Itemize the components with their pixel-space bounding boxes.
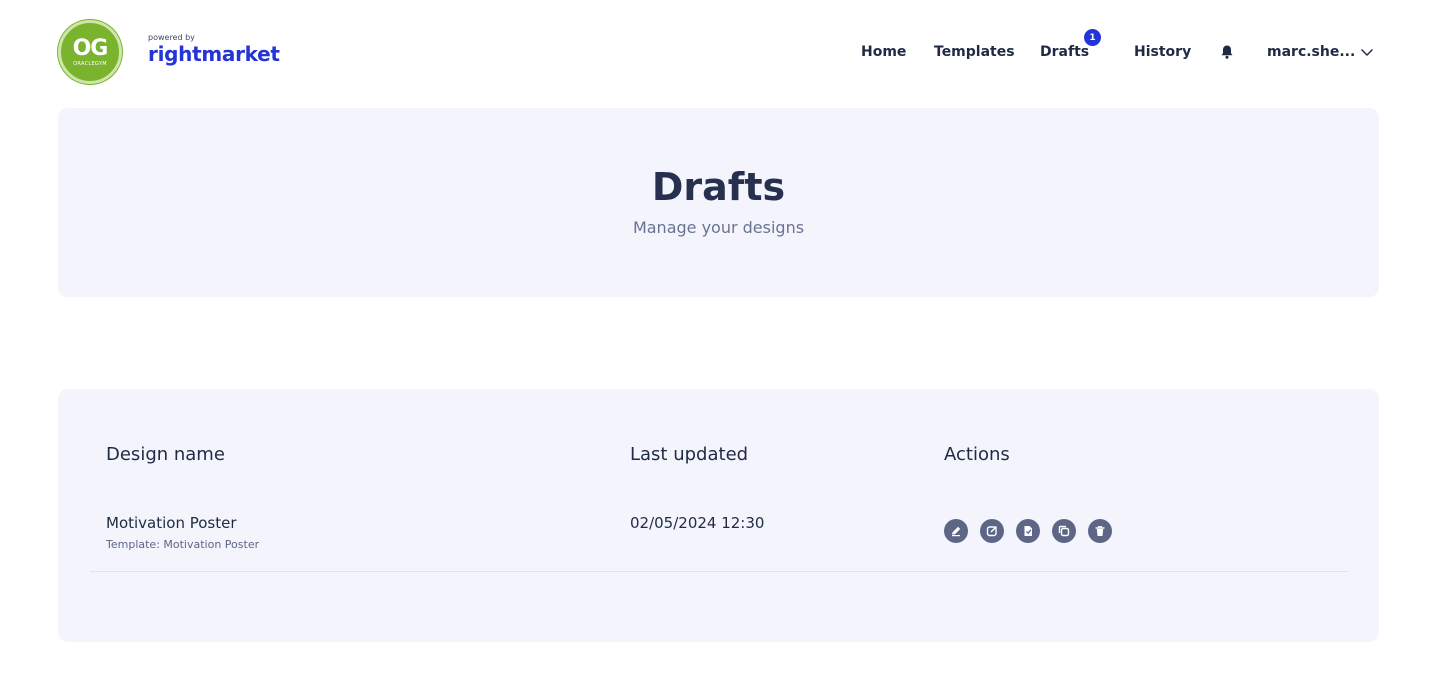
chevron-down-icon <box>1361 49 1374 56</box>
nav-drafts-label: Drafts <box>1040 44 1090 60</box>
column-header-actions: Actions <box>944 444 1010 465</box>
page-title: Drafts <box>651 165 786 209</box>
user-menu[interactable]: marc.she... <box>1267 40 1375 64</box>
user-name: marc.she... <box>1267 44 1356 60</box>
drafts-table: Design name Last updated Actions Motivat… <box>58 389 1379 642</box>
duplicate-button[interactable] <box>1052 519 1076 543</box>
nav-templates[interactable]: Templates <box>934 40 1015 64</box>
column-header-design-name: Design name <box>106 444 225 465</box>
nav-home[interactable]: Home <box>861 40 906 64</box>
open-editor-button[interactable] <box>980 519 1004 543</box>
page-header-card: Drafts Manage your designs <box>58 108 1379 297</box>
publish-button[interactable] <box>1016 519 1040 543</box>
main-nav: Home Templates Drafts 1 History marc.she… <box>0 29 1440 64</box>
delete-button[interactable] <box>1088 519 1112 543</box>
column-header-last-updated: Last updated <box>630 444 749 465</box>
duplicate-icon <box>1058 525 1070 537</box>
drafts-count-badge: 1 <box>1084 29 1101 46</box>
row-divider <box>90 571 1348 572</box>
page-subtitle: Manage your designs <box>632 218 805 237</box>
row-actions <box>944 519 1112 543</box>
edit-button[interactable] <box>944 519 968 543</box>
delete-icon <box>1095 526 1105 536</box>
open-editor-icon <box>986 525 998 537</box>
header: OG ORACLEGYM powered by rightmarket Home… <box>0 0 1440 104</box>
design-template: Template: Motivation Poster <box>106 538 260 551</box>
edit-icon <box>952 526 961 537</box>
design-name: Motivation Poster <box>106 514 237 532</box>
last-updated: 02/05/2024 12:30 <box>630 514 765 532</box>
nav-history[interactable]: History <box>1134 40 1191 64</box>
nav-drafts[interactable]: Drafts 1 <box>1040 29 1101 64</box>
bell-icon[interactable] <box>1219 44 1235 60</box>
publish-icon <box>1024 526 1032 536</box>
